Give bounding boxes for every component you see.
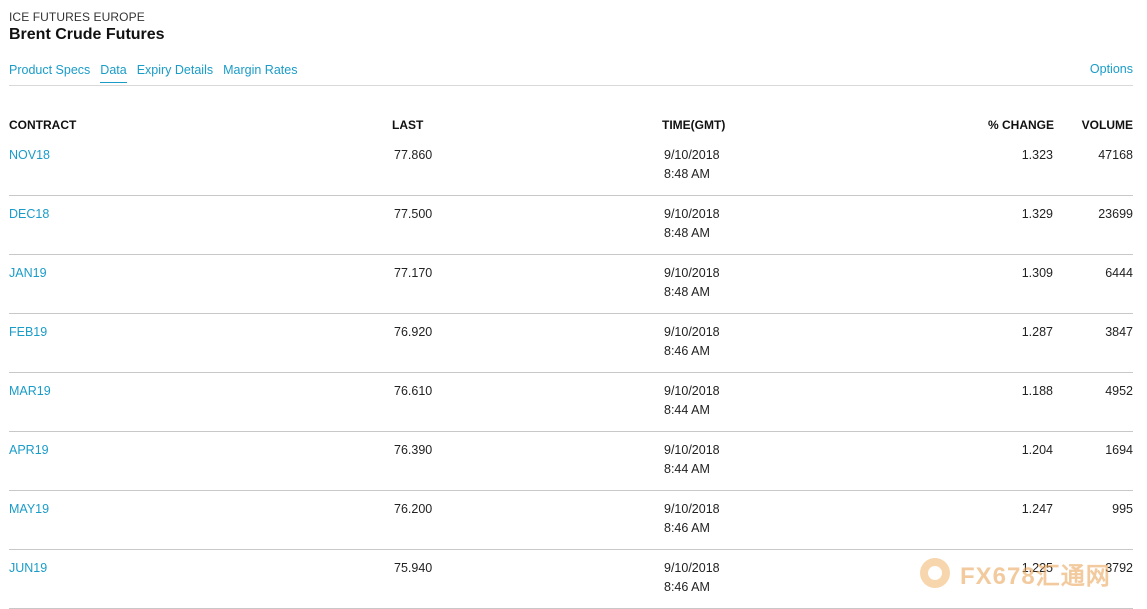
contract-link[interactable]: DEC18 [9, 207, 49, 221]
trade-time: 8:46 AM [664, 521, 710, 535]
table-row: NOV18 77.860 9/10/2018 8:48 AM 1.323 471… [9, 137, 1133, 196]
percent-change: 1.323 [1021, 148, 1053, 162]
column-header-last: LAST [392, 118, 424, 132]
trade-time: 8:44 AM [664, 403, 710, 417]
contract-link[interactable]: MAY19 [9, 502, 49, 516]
volume: 995 [1112, 502, 1133, 516]
volume: 47168 [1098, 148, 1133, 162]
volume: 3847 [1105, 325, 1133, 339]
tab-product-specs[interactable]: Product Specs [9, 63, 90, 83]
percent-change: 1.287 [1021, 325, 1053, 339]
tab-margin-rates[interactable]: Margin Rates [223, 63, 297, 83]
trade-date: 9/10/2018 [664, 207, 720, 221]
table-row: APR19 76.390 9/10/2018 8:44 AM 1.204 169… [9, 432, 1133, 491]
contract-link[interactable]: JAN19 [9, 266, 47, 280]
table-row: MAR19 76.610 9/10/2018 8:44 AM 1.188 495… [9, 373, 1133, 432]
tab-expiry-details[interactable]: Expiry Details [137, 63, 213, 83]
trade-date: 9/10/2018 [664, 148, 720, 162]
percent-change: 1.329 [1021, 207, 1053, 221]
trade-time: 8:48 AM [664, 285, 710, 299]
options-link[interactable]: Options [1090, 62, 1133, 76]
trade-date: 9/10/2018 [664, 502, 720, 516]
last-price: 77.860 [394, 148, 433, 162]
volume: 6444 [1105, 266, 1133, 280]
table-row: DEC18 77.500 9/10/2018 8:48 AM 1.329 236… [9, 196, 1133, 255]
watermark: FX678汇通网 [920, 556, 1111, 590]
trade-time: 8:48 AM [664, 226, 710, 240]
contract-link[interactable]: NOV18 [9, 148, 50, 162]
trade-date: 9/10/2018 [664, 384, 720, 398]
tabs-divider [9, 85, 1133, 86]
table-header: CONTRACT LAST TIME(GMT) % CHANGE VOLUME [0, 118, 1147, 134]
tab-bar: Product Specs Data Expiry Details Margin… [9, 63, 307, 83]
contract-link[interactable]: APR19 [9, 443, 49, 457]
trade-time: 8:48 AM [664, 167, 710, 181]
contract-link[interactable]: JUN19 [9, 561, 47, 575]
last-price: 76.390 [394, 443, 433, 457]
percent-change: 1.247 [1021, 502, 1053, 516]
contract-link[interactable]: FEB19 [9, 325, 47, 339]
column-header-volume: VOLUME [1081, 118, 1133, 132]
contract-link[interactable]: MAR19 [9, 384, 51, 398]
table-row: JAN19 77.170 9/10/2018 8:48 AM 1.309 644… [9, 255, 1133, 314]
last-price: 77.500 [394, 207, 433, 221]
percent-change: 1.188 [1021, 384, 1053, 398]
trade-date: 9/10/2018 [664, 561, 720, 575]
trade-date: 9/10/2018 [664, 325, 720, 339]
header-eyebrow: ICE FUTURES EUROPE [9, 10, 145, 24]
last-price: 76.610 [394, 384, 433, 398]
last-price: 77.170 [394, 266, 433, 280]
table-row: FEB19 76.920 9/10/2018 8:46 AM 1.287 384… [9, 314, 1133, 373]
page-title: Brent Crude Futures [9, 26, 165, 43]
last-price: 75.940 [394, 561, 433, 575]
percent-change: 1.309 [1021, 266, 1053, 280]
trade-time: 8:44 AM [664, 462, 710, 476]
volume: 1694 [1105, 443, 1133, 457]
last-price: 76.200 [394, 502, 433, 516]
tab-data[interactable]: Data [100, 63, 127, 83]
trade-time: 8:46 AM [664, 344, 710, 358]
table-body: NOV18 77.860 9/10/2018 8:48 AM 1.323 471… [0, 137, 1147, 609]
watermark-logo-icon [920, 558, 950, 588]
column-header-contract: CONTRACT [9, 118, 77, 132]
table-row: MAY19 76.200 9/10/2018 8:46 AM 1.247 995 [9, 491, 1133, 550]
column-header-change: % CHANGE [987, 118, 1054, 132]
trade-date: 9/10/2018 [664, 266, 720, 280]
volume: 23699 [1098, 207, 1133, 221]
trade-date: 9/10/2018 [664, 443, 720, 457]
volume: 4952 [1105, 384, 1133, 398]
column-header-time: TIME(GMT) [662, 118, 726, 132]
percent-change: 1.204 [1021, 443, 1053, 457]
watermark-text: FX678汇通网 [960, 562, 1111, 590]
last-price: 76.920 [394, 325, 433, 339]
trade-time: 8:46 AM [664, 580, 710, 594]
